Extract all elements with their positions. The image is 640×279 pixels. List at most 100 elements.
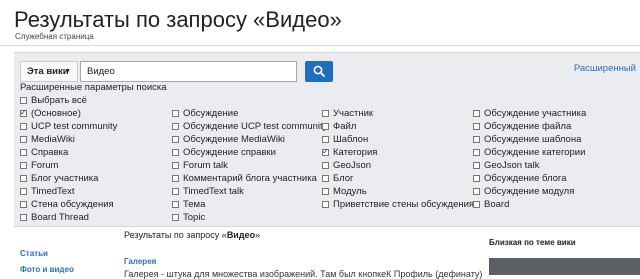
namespace-label: Справка <box>31 147 69 158</box>
checkbox-icon <box>473 149 480 156</box>
namespace-checkbox[interactable]: Блог <box>322 172 354 185</box>
namespace-label: GeoJson <box>333 160 372 171</box>
namespace-checkbox[interactable]: Topic <box>172 211 205 224</box>
namespace-checkbox[interactable]: Категория <box>322 145 377 159</box>
page-subtitle: Служебная страница <box>15 32 94 41</box>
checkbox-icon <box>172 214 179 221</box>
checkbox-icon <box>322 136 329 143</box>
checkbox-icon <box>473 136 480 143</box>
chevron-down-icon: ▼ <box>64 68 71 75</box>
namespace-label: Обсуждение шаблона <box>484 134 582 145</box>
namespace-checkbox[interactable]: Обсуждение блога <box>473 172 566 185</box>
checkbox-icon <box>20 162 27 169</box>
namespace-label: TimedText talk <box>183 186 244 197</box>
namespace-checkbox[interactable]: Обсуждение справки <box>172 146 276 159</box>
namespace-label: Стена обсуждения <box>31 199 114 210</box>
checkbox-icon <box>172 162 179 169</box>
namespace-label: Обсуждение блога <box>484 173 567 184</box>
checkbox-icon <box>322 188 329 195</box>
scope-dropdown[interactable]: Эта вики ▼ <box>20 61 78 82</box>
namespace-checkbox[interactable]: Участник <box>322 107 373 120</box>
namespace-label: Обсуждение UCP test community <box>183 121 328 132</box>
namespace-label: TimedText <box>31 186 75 197</box>
namespace-label: Блог <box>333 173 354 184</box>
checkbox-icon <box>20 136 27 143</box>
namespace-checkbox[interactable]: Блог участника <box>20 172 98 185</box>
checkbox-icon <box>322 110 329 117</box>
namespace-label: Board Thread <box>31 212 89 223</box>
namespace-checkbox[interactable]: Справка <box>20 146 68 159</box>
namespace-checkbox[interactable]: Обсуждение файла <box>473 120 571 133</box>
namespace-checkbox[interactable]: Обсуждение UCP test community <box>172 120 327 133</box>
select-all-checkbox[interactable]: Выбрать всё <box>20 94 87 107</box>
namespace-checkbox[interactable]: Board Thread <box>20 211 89 224</box>
related-wiki-heading: Близкая по теме вики <box>489 238 576 247</box>
checkbox-icon <box>322 123 329 130</box>
filter-link-media[interactable]: Фото и видео <box>20 265 74 274</box>
related-wiki-image[interactable] <box>489 258 640 275</box>
namespace-label: Обсуждение файла <box>484 121 572 132</box>
results-heading: Результаты по запросу «Видео» <box>124 230 261 240</box>
checkbox-icon <box>473 123 480 130</box>
namespace-checkbox[interactable]: GeoJson <box>322 159 371 172</box>
namespace-checkbox[interactable]: Обсуждение модуля <box>473 185 574 198</box>
checkbox-checked-icon <box>20 106 27 119</box>
namespace-label: MediaWiki <box>31 134 75 145</box>
checkbox-icon <box>322 175 329 182</box>
namespace-checkbox[interactable]: Обсуждение шаблона <box>473 133 581 146</box>
advanced-search-link[interactable]: Расширенный <box>574 63 636 74</box>
checkbox-icon <box>172 149 179 156</box>
checkbox-icon <box>20 123 27 130</box>
checkbox-icon <box>473 175 480 182</box>
namespace-label: UCP test community <box>31 121 118 132</box>
filter-link-articles[interactable]: Статьи <box>20 249 48 258</box>
namespace-checkbox[interactable]: (Основное) <box>20 106 81 120</box>
result-snippet: Галерея - штука для множества изображени… <box>124 269 483 279</box>
checkbox-icon <box>20 188 27 195</box>
checkbox-icon <box>322 162 329 169</box>
result-title[interactable]: Галерея <box>124 257 156 266</box>
namespace-label: Модуль <box>333 186 367 197</box>
namespace-checkbox[interactable]: Файл <box>322 120 356 133</box>
namespace-label: Приветствие стены обсуждения <box>333 199 475 210</box>
namespace-checkbox[interactable]: Комментарий блога участника <box>172 172 317 185</box>
namespace-checkbox[interactable]: TimedText talk <box>172 185 244 198</box>
namespace-label: Участник <box>333 108 374 119</box>
checkbox-icon <box>172 175 179 182</box>
advanced-options-label: Расширенные параметры поиска <box>20 82 167 93</box>
namespace-checkbox[interactable]: Стена обсуждения <box>20 198 114 211</box>
checkbox-icon <box>473 110 480 117</box>
checkbox-icon <box>20 214 27 221</box>
namespace-checkbox[interactable]: GeoJson talk <box>473 159 539 172</box>
namespace-label: Обсуждение участника <box>484 108 587 119</box>
namespace-label: Обсуждение MediaWiki <box>183 134 285 145</box>
search-input[interactable]: Видео <box>80 61 297 82</box>
checkbox-icon <box>473 201 480 208</box>
namespace-label: Тема <box>183 199 206 210</box>
checkbox-icon <box>172 123 179 130</box>
namespace-checkbox[interactable]: Модуль <box>322 185 367 198</box>
namespace-checkbox[interactable]: Обсуждение <box>172 107 238 120</box>
search-button[interactable] <box>305 61 333 82</box>
namespace-label: Обсуждение категории <box>484 147 586 158</box>
namespace-checkbox[interactable]: MediaWiki <box>20 133 75 146</box>
namespace-checkbox[interactable]: Forum <box>20 159 58 172</box>
namespace-checkbox[interactable]: UCP test community <box>20 120 117 133</box>
checkbox-icon <box>20 175 27 182</box>
checkbox-icon <box>172 110 179 117</box>
namespace-checkbox[interactable]: Шаблон <box>322 133 368 146</box>
namespace-label: Блог участника <box>31 173 99 184</box>
namespace-checkbox[interactable]: Обсуждение участника <box>473 107 586 120</box>
namespace-checkbox[interactable]: Forum talk <box>172 159 228 172</box>
checkbox-icon <box>20 97 27 104</box>
namespace-checkbox[interactable]: Обсуждение MediaWiki <box>172 133 285 146</box>
namespace-checkbox[interactable]: Обсуждение категории <box>473 146 585 159</box>
namespace-checkbox[interactable]: Тема <box>172 198 205 211</box>
namespace-label: Обсуждение <box>183 108 239 119</box>
checkbox-icon <box>20 149 27 156</box>
namespace-label: Forum talk <box>183 160 228 171</box>
namespace-checkbox[interactable]: TimedText <box>20 185 74 198</box>
header-divider <box>0 45 640 46</box>
namespace-checkbox[interactable]: Board <box>473 198 509 211</box>
namespace-checkbox[interactable]: Приветствие стены обсуждения <box>322 198 474 211</box>
